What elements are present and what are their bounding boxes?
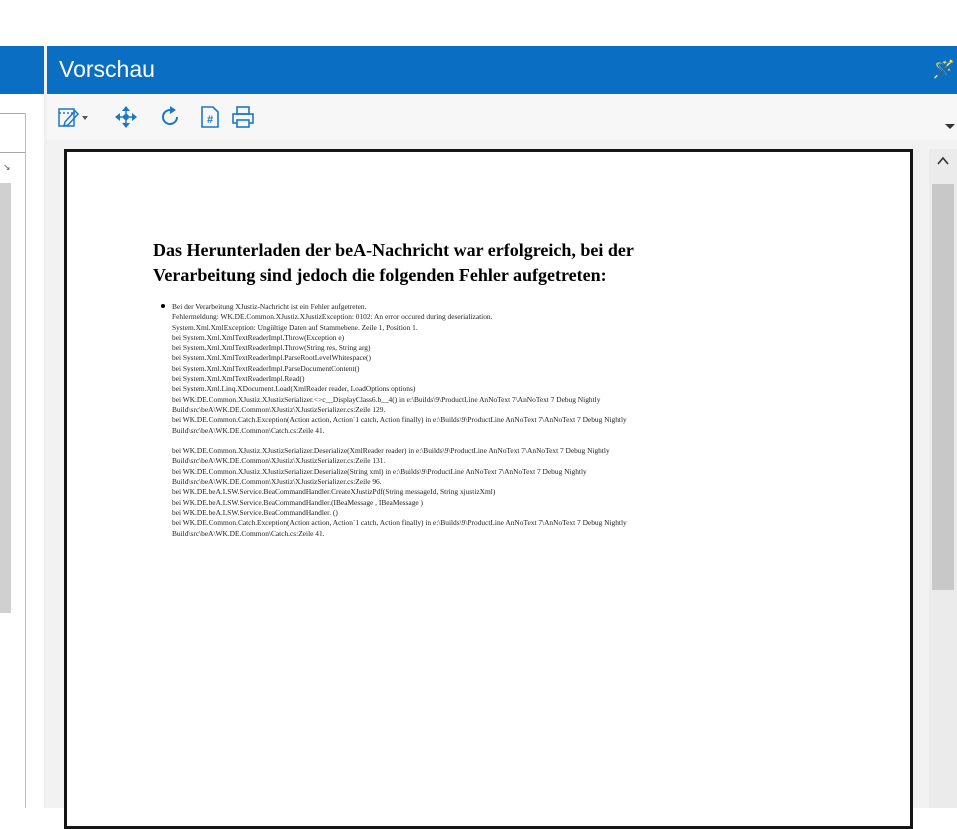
print-icon[interactable] [230,104,256,130]
preview-toolbar: # [47,94,957,140]
error-line: System.Xml.XmlException: Ungültige Daten… [172,322,418,332]
pin-icon[interactable]: 🪄 [933,58,955,80]
error-line: bei WK.DE.Common.Catch.Exception(Action … [172,415,627,425]
error-lines: Bei der Verarbeitung XJustiz-Nachricht i… [172,302,833,539]
move-icon[interactable] [113,104,139,130]
left-panel-chevron-icon[interactable]: ↘ [3,162,13,172]
toolbar-overflow-chevron-down-icon[interactable] [945,124,955,129]
preview-viewer: Das Herunterladen der beA-Nachricht war … [47,140,957,829]
error-list: Bei der Verarbeitung XJustiz-Nachricht i… [153,302,833,539]
error-line: bei System.Xml.XmlTextReaderImpl.ParseDo… [172,363,360,373]
preview-pane-header: Vorschau 🪄 [47,46,957,94]
list-bullet [161,304,165,308]
error-line: bei WK.DE.Common.XJustiz.XJustizSerializ… [172,394,601,404]
error-line: Build\src\beA\WK.DE.Common\XJustiz\XJust… [172,404,386,414]
edit-dropdown-icon[interactable] [57,104,89,130]
left-panel-scrollbar[interactable] [0,183,11,613]
error-line: bei WK.DE.Common.XJustiz.XJustizSerializ… [172,466,587,476]
error-line [172,436,833,446]
pane-title: Vorschau [59,56,155,82]
page-number-icon[interactable]: # [198,104,222,130]
document-heading-line-2: Verarbeitung sind jedoch die folgenden F… [153,265,607,285]
error-line: bei WK.DE.beA.LSW.Service.BeaCommandHand… [172,497,424,507]
left-panel-divider [25,113,26,808]
error-line: Bei der Verarbeitung XJustiz-Nachricht i… [172,302,367,311]
error-line: Build\src\beA\WK.DE.Common\Catch.cs:Zeil… [172,528,325,538]
error-line: Fehlermeldung: WK.DE.Common.XJustiz.XJus… [172,312,493,322]
left-panel-field[interactable] [0,113,26,153]
document-heading-line-1: Das Herunterladen der beA-Nachricht war … [153,240,634,260]
error-line: Build\src\beA\WK.DE.Common\XJustiz\XJust… [172,456,386,466]
error-line: bei System.Xml.XmlTextReaderImpl.Read() [172,374,305,384]
document-page: Das Herunterladen der beA-Nachricht war … [64,149,913,829]
error-line: bei WK.DE.Common.XJustiz.XJustizSerializ… [172,446,610,456]
left-panel-header [0,46,44,94]
document-content: Das Herunterladen der beA-Nachricht war … [153,238,833,539]
error-line: bei System.Xml.XmlTextReaderImpl.Throw(E… [172,332,345,342]
error-line: bei System.Xml.XmlTextReaderImpl.ParseRo… [172,353,371,363]
scrollbar-thumb[interactable] [932,184,954,590]
scroll-up-chevron-icon[interactable] [937,155,949,167]
error-line: bei System.Xml.Linq.XDocument.Load(XmlRe… [172,384,416,394]
error-line: bei WK.DE.beA.LSW.Service.BeaCommandHand… [172,507,338,517]
refresh-icon[interactable] [157,104,183,130]
error-line: Build\src\beA\WK.DE.Common\Catch.cs:Zeil… [172,425,325,435]
vertical-scrollbar[interactable] [929,149,957,808]
svg-text:#: # [207,114,213,126]
error-line: bei System.Xml.XmlTextReaderImpl.Throw(S… [172,343,371,353]
error-line: bei WK.DE.Common.Catch.Exception(Action … [172,518,627,528]
error-line: bei WK.DE.beA.LSW.Service.BeaCommandHand… [172,487,496,497]
error-line: Build\src\beA\WK.DE.Common\XJustiz\XJust… [172,477,382,487]
